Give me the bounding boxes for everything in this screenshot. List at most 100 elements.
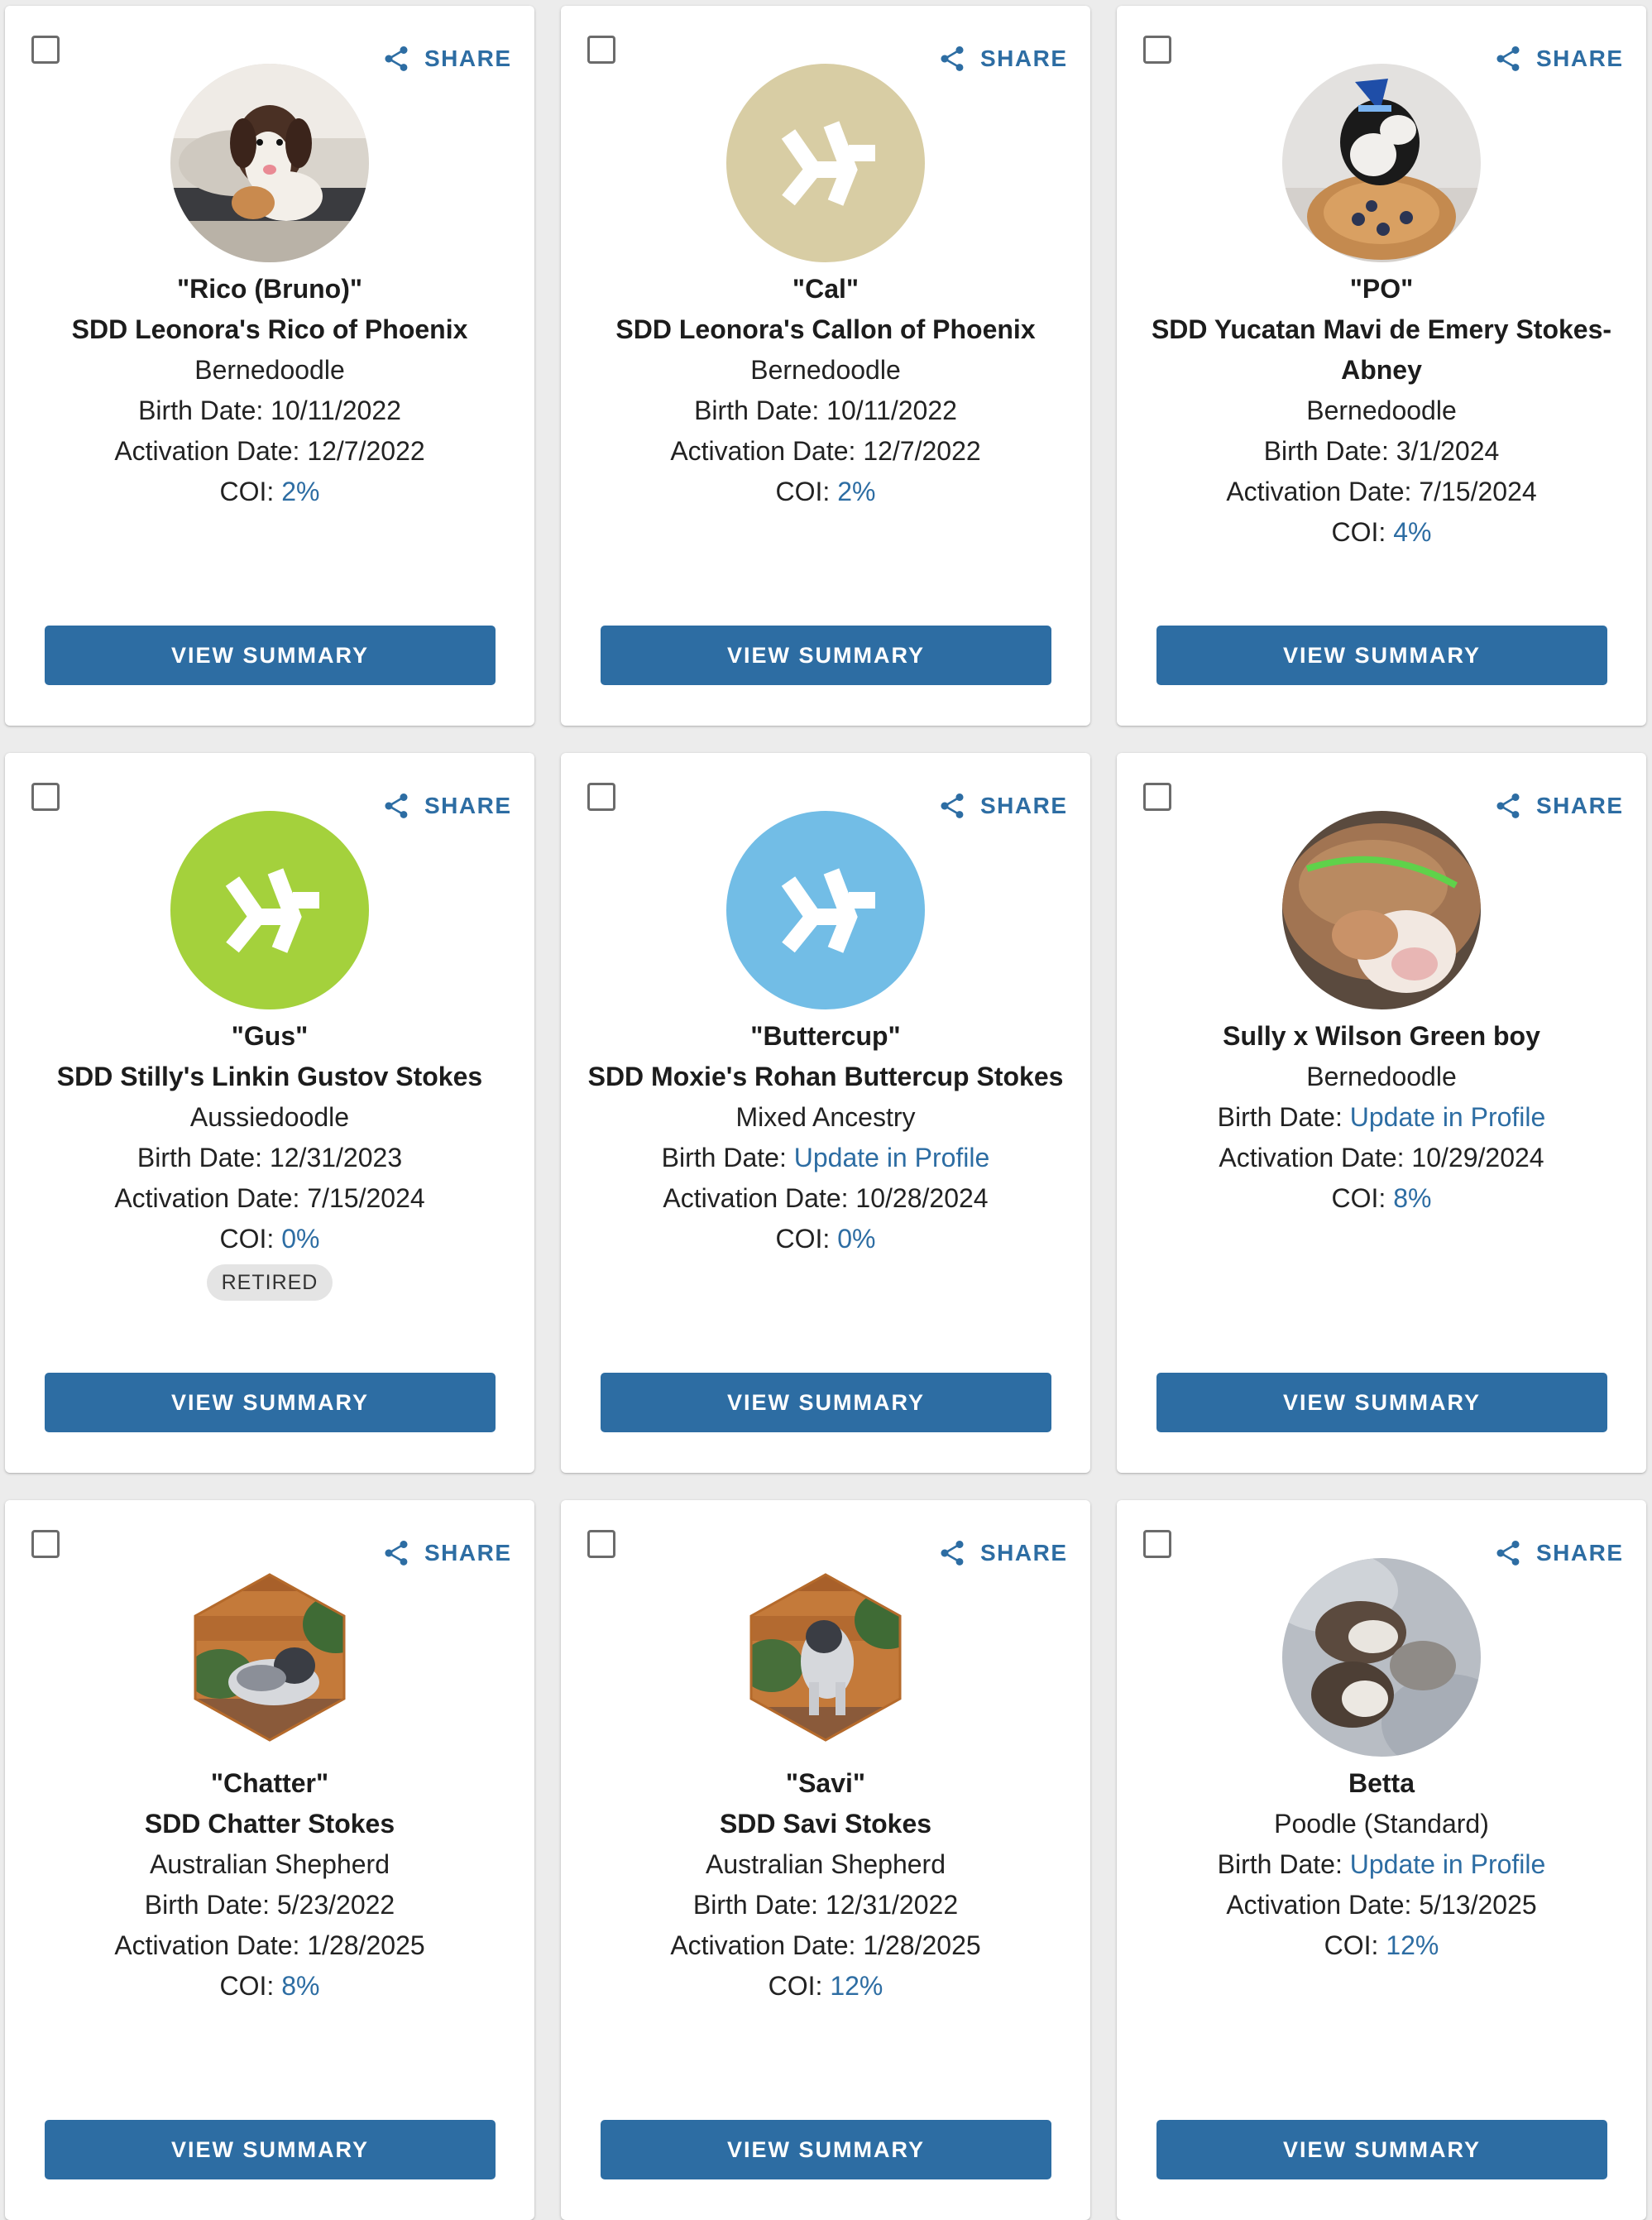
dog-card: SHARE Sully x Wilson Green boy Bernedood… bbox=[1117, 753, 1646, 1473]
select-checkbox[interactable] bbox=[587, 36, 615, 64]
dog-breed: Aussiedoodle bbox=[189, 1102, 350, 1132]
birth-date-value: 10/11/2022 bbox=[826, 396, 957, 425]
activation-date-row: Activation Date: 1/28/2025 bbox=[5, 1925, 534, 1966]
dog-registered-name: SDD Savi Stokes bbox=[719, 1809, 932, 1839]
select-checkbox[interactable] bbox=[31, 36, 60, 64]
dog-card-grid: SHARE "Rico (Bruno)" SDD Leonora's Rico … bbox=[0, 0, 1652, 2220]
dog-nickname: "Cal" bbox=[792, 274, 860, 304]
dog-info: "Buttercup" SDD Moxie's Rohan Buttercup … bbox=[561, 1016, 1090, 1259]
birth-date-row: Birth Date: 10/11/2022 bbox=[561, 391, 1090, 431]
select-checkbox[interactable] bbox=[1143, 1530, 1171, 1558]
share-button[interactable]: SHARE bbox=[381, 1535, 512, 1571]
birth-date-row: Birth Date: 12/31/2022 bbox=[561, 1885, 1090, 1925]
view-summary-button[interactable]: VIEW SUMMARY bbox=[601, 1373, 1051, 1432]
dog-breed: Bernedoodle bbox=[1306, 396, 1457, 425]
coi-row: COI: 8% bbox=[1117, 1178, 1646, 1219]
view-summary-button[interactable]: VIEW SUMMARY bbox=[45, 2120, 496, 2179]
share-label: SHARE bbox=[1536, 793, 1624, 818]
birth-date-value: 10/11/2022 bbox=[271, 396, 401, 425]
coi-value-link[interactable]: 2% bbox=[281, 477, 319, 506]
birth-date-value: 12/31/2022 bbox=[825, 1890, 959, 1920]
select-checkbox[interactable] bbox=[587, 1530, 615, 1558]
birth-date-label: Birth Date: bbox=[692, 1890, 826, 1920]
coi-label: COI: bbox=[219, 1971, 282, 2001]
share-button[interactable]: SHARE bbox=[937, 41, 1068, 77]
activation-date-label: Activation Date: bbox=[1226, 1890, 1420, 1920]
activation-date-row: Activation Date: 7/15/2024 bbox=[1117, 472, 1646, 512]
update-in-profile-link[interactable]: Update in Profile bbox=[1350, 1102, 1546, 1132]
dog-breed: Bernedoodle bbox=[194, 355, 345, 385]
select-checkbox[interactable] bbox=[1143, 783, 1171, 811]
share-button[interactable]: SHARE bbox=[1493, 788, 1624, 824]
view-summary-button[interactable]: VIEW SUMMARY bbox=[45, 1373, 496, 1432]
view-summary-button[interactable]: VIEW SUMMARY bbox=[1156, 626, 1607, 685]
share-label: SHARE bbox=[424, 793, 512, 818]
share-button[interactable]: SHARE bbox=[1493, 41, 1624, 77]
activation-date-value: 7/15/2024 bbox=[1419, 477, 1537, 506]
activation-date-label: Activation Date: bbox=[670, 436, 864, 466]
dog-card: SHARE "Buttercup" SDD Moxie's Rohan Butt… bbox=[561, 753, 1090, 1473]
dog-registered-name: SDD Moxie's Rohan Buttercup Stokes bbox=[587, 1062, 1064, 1091]
coi-value-link[interactable]: 12% bbox=[830, 1971, 883, 2001]
dog-nickname: "Buttercup" bbox=[750, 1021, 901, 1051]
coi-label: COI: bbox=[775, 1224, 838, 1254]
birth-date-label: Birth Date: bbox=[694, 396, 827, 425]
activation-date-row: Activation Date: 12/7/2022 bbox=[561, 431, 1090, 472]
view-summary-button[interactable]: VIEW SUMMARY bbox=[45, 626, 496, 685]
share-button[interactable]: SHARE bbox=[381, 41, 512, 77]
view-summary-button[interactable]: VIEW SUMMARY bbox=[1156, 2120, 1607, 2179]
dog-info: "Gus" SDD Stilly's Linkin Gustov Stokes … bbox=[5, 1016, 534, 1301]
share-icon bbox=[385, 1541, 408, 1566]
coi-row: COI: 2% bbox=[5, 472, 534, 512]
coi-value-link[interactable]: 0% bbox=[837, 1224, 875, 1254]
dog-info: Betta Poodle (Standard) Birth Date: Upda… bbox=[1117, 1763, 1646, 1966]
view-summary-button[interactable]: VIEW SUMMARY bbox=[601, 2120, 1051, 2179]
update-in-profile-link[interactable]: Update in Profile bbox=[794, 1143, 990, 1172]
activation-date-value: 10/28/2024 bbox=[855, 1183, 989, 1213]
share-label: SHARE bbox=[980, 1540, 1068, 1566]
coi-value-link[interactable]: 8% bbox=[281, 1971, 319, 2001]
coi-label: COI: bbox=[1324, 1930, 1386, 1960]
share-icon bbox=[1496, 46, 1520, 71]
birth-date-label: Birth Date: bbox=[136, 1143, 270, 1172]
share-icon bbox=[941, 46, 964, 71]
coi-value-link[interactable]: 2% bbox=[837, 477, 875, 506]
birth-date-row: Birth Date: 12/31/2023 bbox=[5, 1138, 534, 1178]
update-in-profile-link[interactable]: Update in Profile bbox=[1350, 1849, 1546, 1879]
coi-label: COI: bbox=[768, 1971, 831, 2001]
coi-row: COI: 12% bbox=[1117, 1925, 1646, 1966]
coi-value-link[interactable]: 4% bbox=[1393, 517, 1431, 547]
birth-date-row: Birth Date: 3/1/2024 bbox=[1117, 431, 1646, 472]
activation-date-value: 7/15/2024 bbox=[307, 1183, 425, 1213]
coi-value-link[interactable]: 0% bbox=[281, 1224, 319, 1254]
view-summary-button[interactable]: VIEW SUMMARY bbox=[1156, 1373, 1607, 1432]
select-checkbox[interactable] bbox=[31, 1530, 60, 1558]
dog-card: SHARE bbox=[1117, 6, 1646, 726]
share-icon bbox=[1496, 1541, 1520, 1566]
birth-date-label: Birth Date: bbox=[138, 396, 271, 425]
birth-date-value: 12/31/2023 bbox=[269, 1143, 403, 1172]
retired-badge: RETIRED bbox=[206, 1264, 333, 1301]
placeholder-avatar bbox=[726, 811, 925, 1009]
dog-info: Sully x Wilson Green boy Bernedoodle Bir… bbox=[1117, 1016, 1646, 1219]
view-summary-button[interactable]: VIEW SUMMARY bbox=[601, 626, 1051, 685]
dog-registered-name: Betta bbox=[1348, 1768, 1415, 1798]
share-button[interactable]: SHARE bbox=[937, 1535, 1068, 1571]
dog-breed: Australian Shepherd bbox=[706, 1849, 946, 1879]
placeholder-avatar bbox=[170, 811, 369, 1009]
share-button[interactable]: SHARE bbox=[937, 788, 1068, 824]
share-button[interactable]: SHARE bbox=[381, 788, 512, 824]
birth-date-label: Birth Date: bbox=[1217, 1849, 1350, 1879]
coi-value-link[interactable]: 8% bbox=[1393, 1183, 1431, 1213]
select-checkbox[interactable] bbox=[587, 783, 615, 811]
select-checkbox[interactable] bbox=[1143, 36, 1171, 64]
share-label: SHARE bbox=[424, 1540, 512, 1566]
coi-label: COI: bbox=[1331, 1183, 1394, 1213]
activation-date-value: 1/28/2025 bbox=[863, 1930, 981, 1960]
share-button[interactable]: SHARE bbox=[1493, 1535, 1624, 1571]
coi-value-link[interactable]: 12% bbox=[1386, 1930, 1439, 1960]
birth-date-label: Birth Date: bbox=[1263, 436, 1396, 466]
dog-card: SHARE "Savi" SDD Savi Stokes Australian … bbox=[561, 1500, 1090, 2220]
select-checkbox[interactable] bbox=[31, 783, 60, 811]
dog-info: "Cal" SDD Leonora's Callon of Phoenix Be… bbox=[561, 269, 1090, 512]
